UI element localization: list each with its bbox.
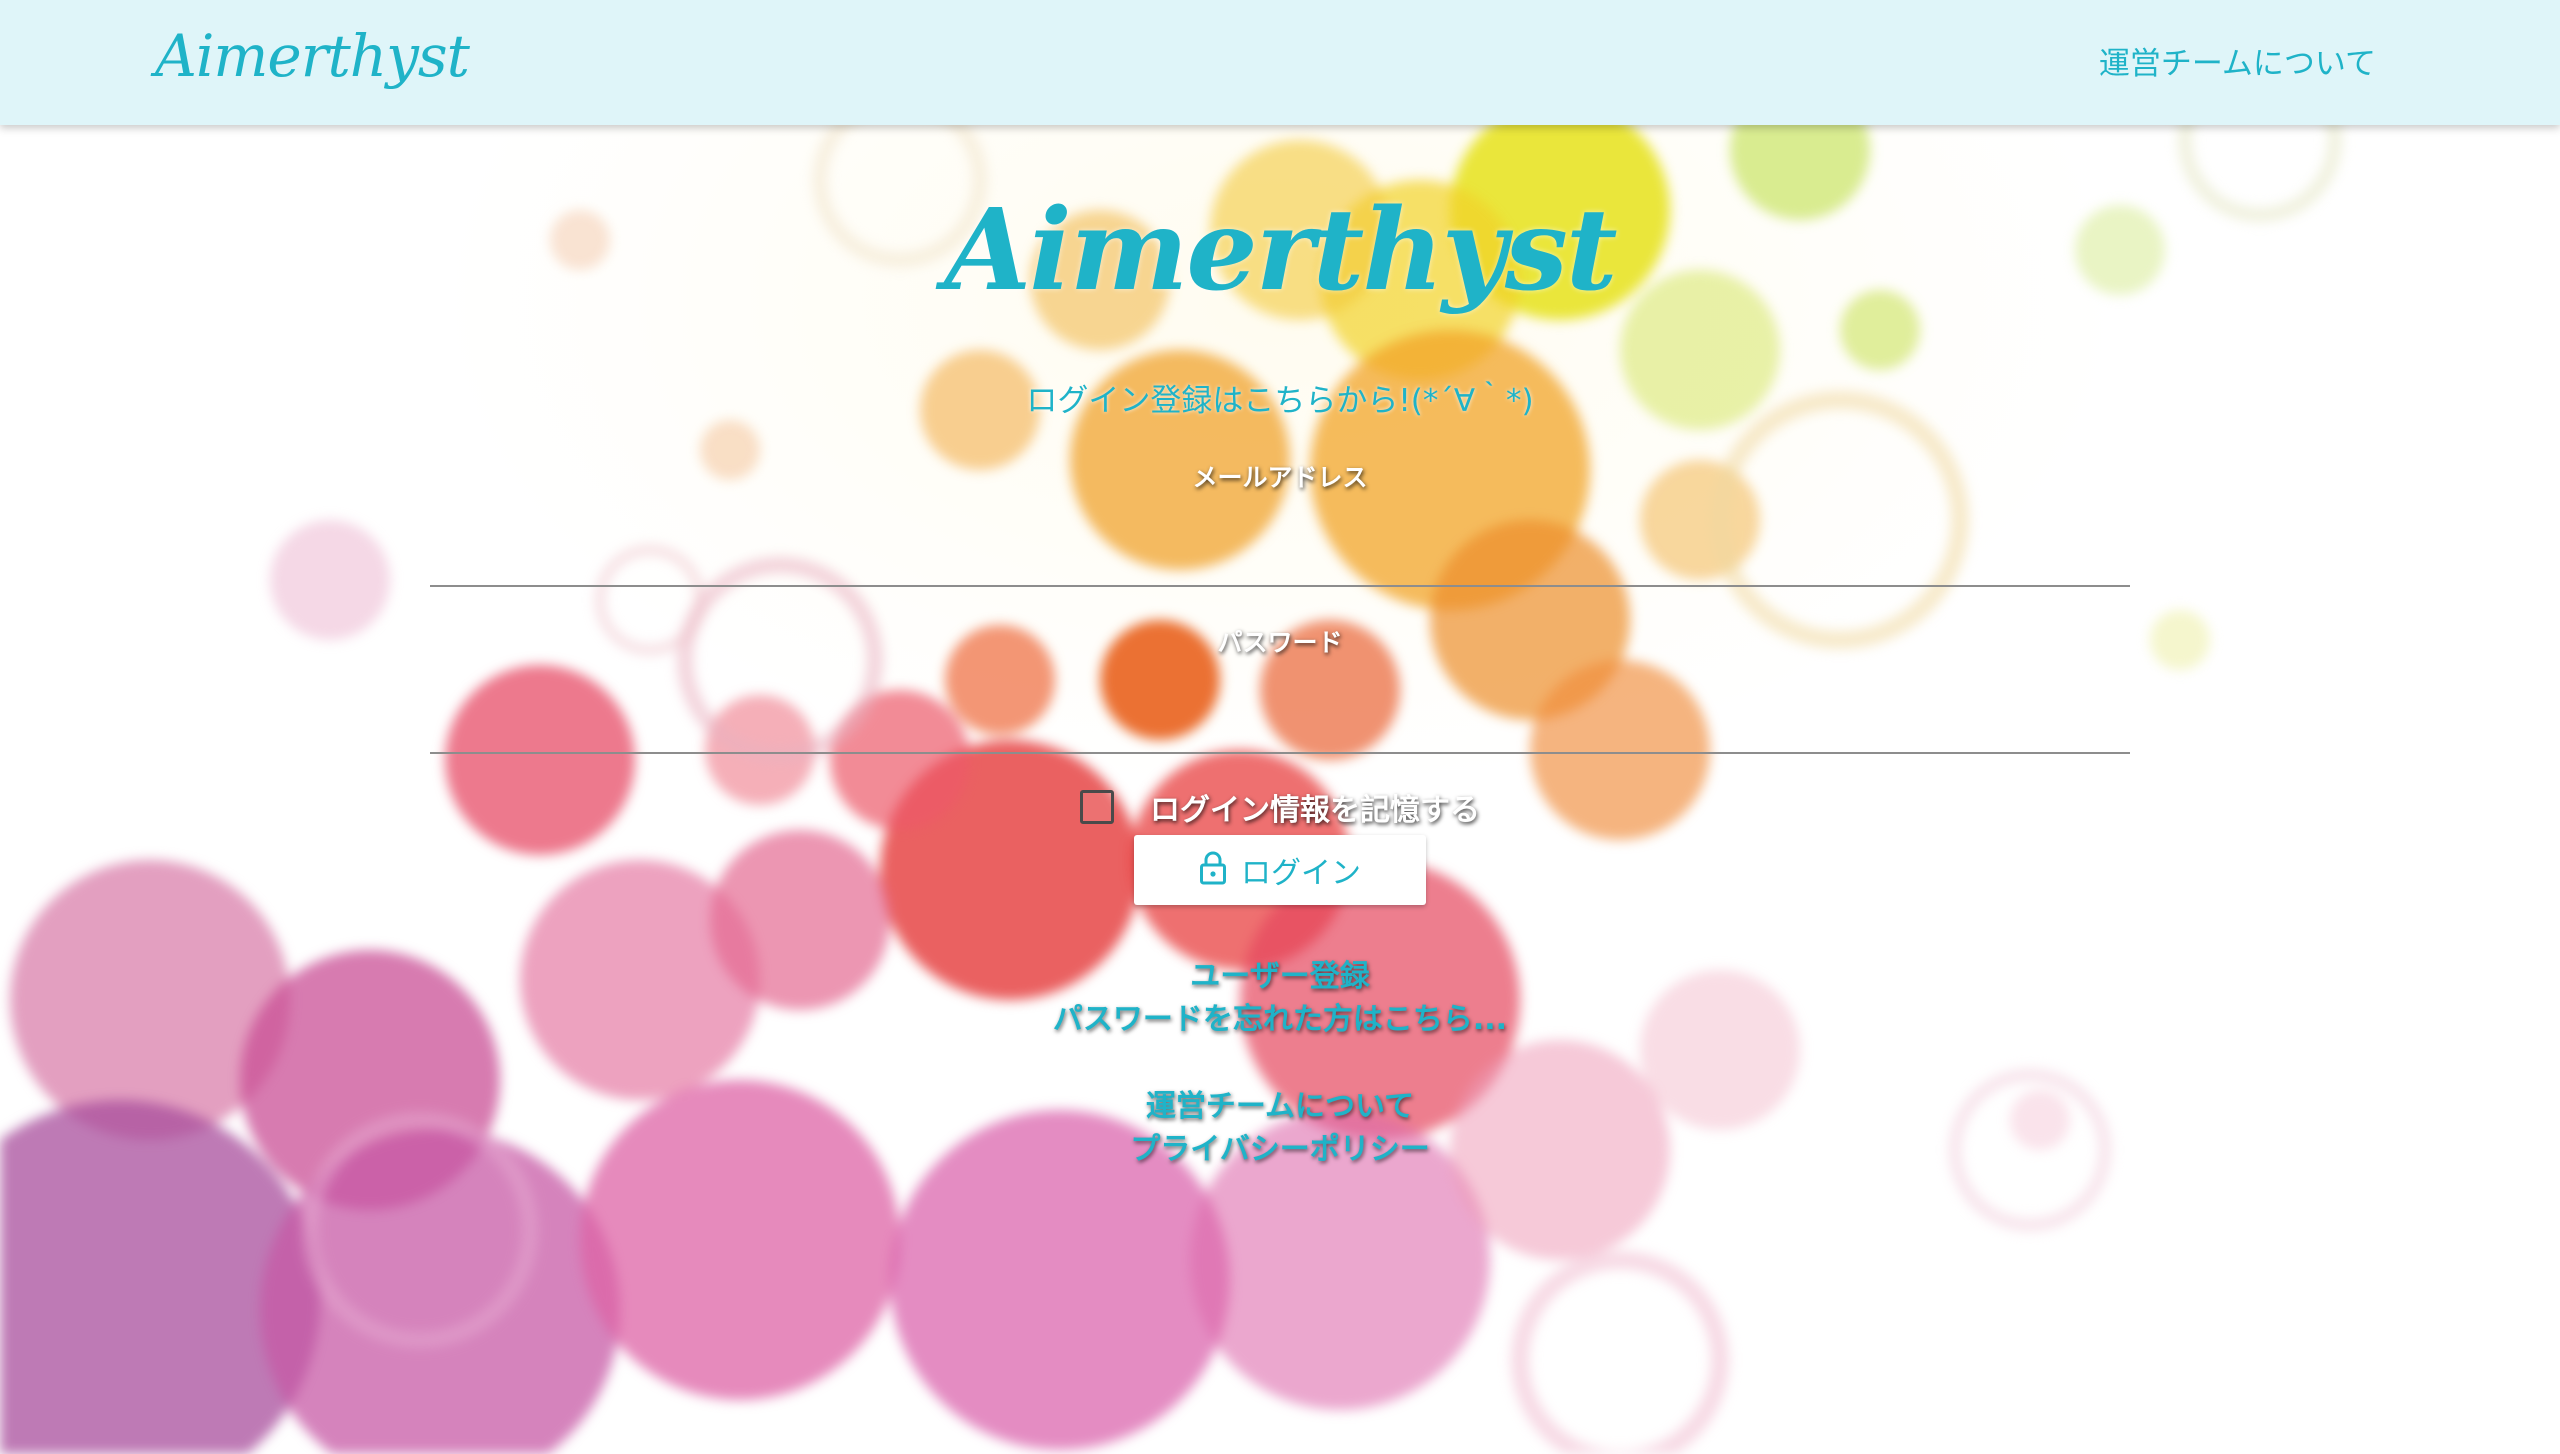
email-label: メールアドレス: [1192, 463, 1368, 492]
lock-icon: [1200, 851, 1226, 885]
login-button-label: ログイン: [1241, 856, 1361, 891]
remember-me-row: ログイン情報を記憶する: [1080, 785, 1480, 829]
about-team-link[interactable]: 運営チームについて: [0, 1081, 2560, 1125]
brand-logo[interactable]: Aimerthyst: [155, 22, 470, 90]
email-field[interactable]: [430, 531, 2130, 587]
register-link[interactable]: ユーザー登録: [0, 951, 2560, 995]
forgot-password-link[interactable]: パスワードを忘れた方はこちら...: [0, 994, 2560, 1038]
top-navbar: Aimerthyst 運営チームについて: [0, 0, 2560, 125]
password-label: パスワード: [1217, 628, 1343, 657]
login-brand-title: Aimerthyst: [944, 185, 1617, 316]
login-panel: Aimerthyst ログイン登録はこちらから!(*´∀｀*) メールアドレス …: [0, 125, 2560, 1454]
login-subtitle: ログイン登録はこちらから!(*´∀｀*): [1026, 383, 1534, 419]
login-button[interactable]: ログイン: [1134, 835, 1426, 905]
privacy-policy-link[interactable]: プライバシーポリシー: [0, 1124, 2560, 1168]
remember-me-label[interactable]: ログイン情報を記憶する: [1150, 785, 1480, 829]
nav-about-team-link[interactable]: 運営チームについて: [2099, 38, 2376, 83]
remember-me-checkbox[interactable]: [1080, 790, 1114, 824]
password-field[interactable]: [430, 698, 2130, 754]
